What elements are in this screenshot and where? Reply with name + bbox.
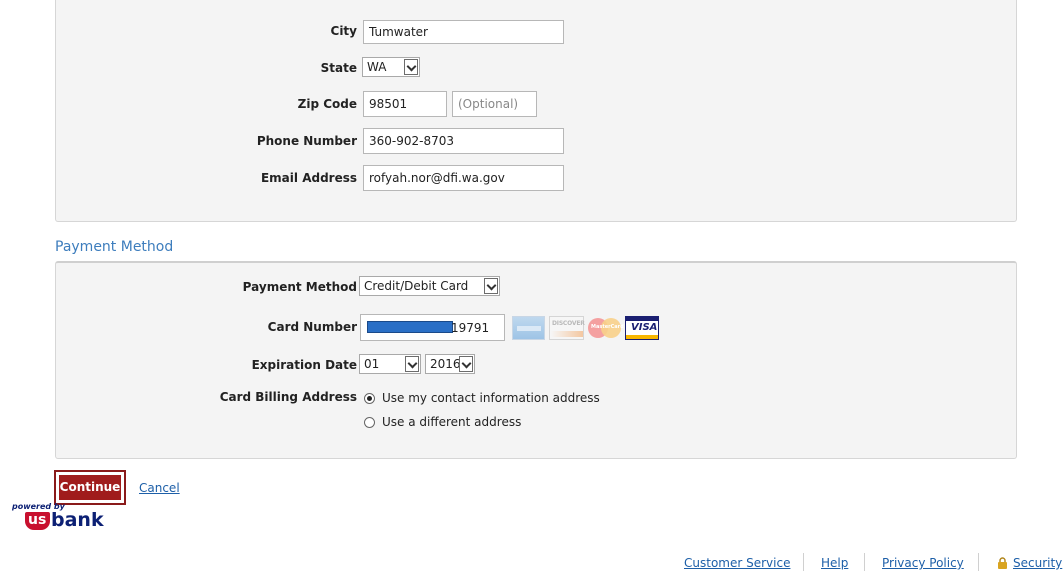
footer-privacy-policy-link[interactable]: Privacy Policy xyxy=(882,556,964,570)
redacted-bar xyxy=(367,321,453,333)
chevron-down-icon xyxy=(404,59,418,75)
billing-different-radio[interactable] xyxy=(364,417,375,428)
continue-button[interactable]: Continue xyxy=(54,470,126,505)
footer-divider xyxy=(978,553,979,571)
state-value: WA xyxy=(367,60,387,74)
discover-logo: DISCOVER xyxy=(549,316,585,340)
billing-different-label[interactable]: Use a different address xyxy=(382,415,521,429)
phone-label: Phone Number xyxy=(256,134,357,148)
mastercard-logo: MasterCard xyxy=(587,316,624,340)
cancel-link[interactable]: Cancel xyxy=(139,481,180,495)
payment-method-heading: Payment Method xyxy=(55,239,174,255)
payment-method-select[interactable]: Credit/Debit Card xyxy=(359,276,500,296)
chevron-down-icon xyxy=(459,356,473,372)
visa-logo: VISA xyxy=(625,316,659,340)
phone-input[interactable]: 360-902-8703 xyxy=(363,128,564,154)
chevron-down-icon xyxy=(405,356,419,372)
zip-label: Zip Code xyxy=(297,97,357,111)
footer-help-link[interactable]: Help xyxy=(821,556,848,570)
footer-security-link[interactable]: Security xyxy=(1013,556,1062,570)
us-mark: us xyxy=(25,512,50,530)
card-number-label: Card Number xyxy=(267,320,357,334)
zip-input[interactable]: 98501 xyxy=(363,91,447,117)
payment-method-label: Payment Method xyxy=(242,280,357,294)
usbank-logo: powered by us bank xyxy=(12,502,104,531)
email-label: Email Address xyxy=(260,171,357,185)
city-input[interactable]: Tumwater xyxy=(363,20,564,44)
card-number-input[interactable]: 19791 xyxy=(360,314,505,341)
zip-extension-input[interactable]: (Optional) xyxy=(452,91,537,117)
billing-contact-label[interactable]: Use my contact information address xyxy=(382,391,600,405)
footer-divider xyxy=(803,553,804,571)
footer-customer-service-link[interactable]: Customer Service xyxy=(684,556,790,570)
state-select[interactable]: WA xyxy=(362,57,420,77)
state-label: State xyxy=(320,61,357,75)
chevron-down-icon xyxy=(484,278,498,294)
email-input[interactable]: rofyah.nor@dfi.wa.gov xyxy=(363,165,564,191)
expiration-month-select[interactable]: 01 xyxy=(359,354,421,374)
expiration-label: Expiration Date xyxy=(251,358,357,372)
payment-method-value: Credit/Debit Card xyxy=(364,279,469,293)
expiration-year-select[interactable]: 2016 xyxy=(425,354,475,374)
billing-address-label: Card Billing Address xyxy=(219,390,357,404)
continue-button-label: Continue xyxy=(59,475,121,500)
amex-logo xyxy=(512,316,545,340)
expiration-year-value: 2016 xyxy=(430,357,461,371)
card-number-last-digits: 19791 xyxy=(451,321,490,335)
lock-icon xyxy=(997,557,1008,569)
footer-divider xyxy=(864,553,865,571)
city-label: City xyxy=(330,24,357,38)
billing-contact-radio[interactable] xyxy=(364,393,375,404)
expiration-month-value: 01 xyxy=(364,357,380,371)
